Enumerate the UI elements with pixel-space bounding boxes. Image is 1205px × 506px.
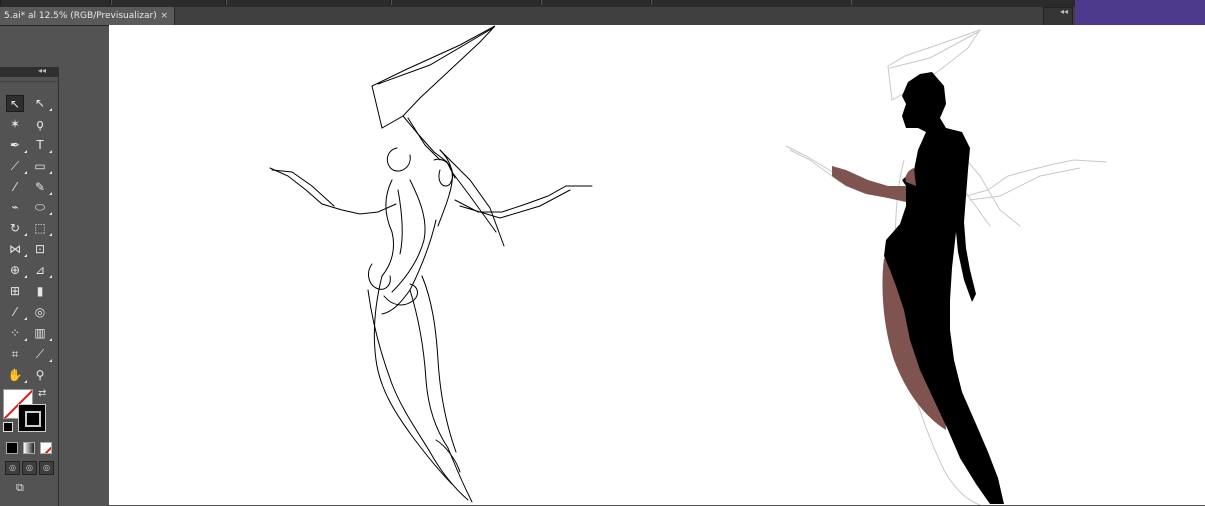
line-segment-tool[interactable]: ⟋ xyxy=(6,158,27,175)
tools-panel-grip[interactable] xyxy=(0,77,58,82)
blob-brush-tool[interactable]: ⌁ xyxy=(6,199,24,216)
none-slash-icon xyxy=(44,446,51,453)
paintbrush-tool[interactable]: ⁄ xyxy=(6,179,24,196)
stroke-color-swatch[interactable] xyxy=(18,404,46,432)
selection-tool[interactable]: ↖ xyxy=(6,95,24,112)
mesh-icon: ⊞ xyxy=(9,284,21,298)
pen-nib-icon: ✒ xyxy=(9,138,21,152)
shape-builder-icon: ⊕ xyxy=(9,263,21,277)
type-icon: T xyxy=(36,138,44,152)
hollow-arrow-icon: ↖ xyxy=(34,96,46,110)
draw-behind-button[interactable]: ◎ xyxy=(22,461,37,475)
slice-tool[interactable]: ⟋ xyxy=(31,346,52,363)
rectangle-icon: ▭ xyxy=(34,159,46,173)
magic-wand-tool[interactable]: ✶ xyxy=(6,116,24,133)
default-colors-icon[interactable] xyxy=(3,422,13,432)
direct-selection-tool[interactable]: ↖ xyxy=(31,95,52,112)
gradient-icon: ▮ xyxy=(36,284,44,298)
draw-inside-button[interactable]: ◎ xyxy=(39,461,54,475)
figure-silhouette xyxy=(832,72,1004,504)
slice-icon: ⟋ xyxy=(35,347,45,361)
tools-panel: ◂◂ ↖ ↖ ✶ ϙ ✒ T ⟋ ▭ ⁄ ✎ ⌁ ⬭ ↻ ⬚ ⋈ ⊡ ⊕ ⊿ ⊞… xyxy=(0,66,59,506)
symbol-sprayer-tool[interactable]: ⁘ xyxy=(6,325,27,342)
shape-builder-tool[interactable]: ⊕ xyxy=(6,262,27,279)
line-icon: ⟋ xyxy=(10,159,20,173)
pencil-icon: ✎ xyxy=(34,180,46,194)
eraser-icon: ⬭ xyxy=(34,200,46,214)
pencil-tool[interactable]: ✎ xyxy=(31,179,52,196)
perspective-grid-icon: ⊿ xyxy=(34,263,46,277)
collapse-panel-icon[interactable]: ◂◂ xyxy=(38,66,46,75)
swap-fill-stroke-icon[interactable]: ⇄ xyxy=(38,388,46,399)
color-mode-button[interactable] xyxy=(6,442,18,454)
rectangle-tool[interactable]: ▭ xyxy=(31,158,52,175)
tools-panel-header[interactable]: ◂◂ xyxy=(0,66,58,77)
zoom-tool[interactable]: ⚲ xyxy=(31,367,49,384)
width-icon: ⋈ xyxy=(9,242,21,256)
blend-icon: ◎ xyxy=(34,305,46,319)
rotate-tool[interactable]: ↻ xyxy=(6,220,27,237)
column-graph-tool[interactable]: ▥ xyxy=(31,325,52,342)
free-transform-icon: ⊡ xyxy=(34,242,46,256)
artwork xyxy=(269,25,1107,505)
eyedropper-icon: ⁄ xyxy=(13,305,16,319)
blob-brush-icon: ⌁ xyxy=(11,200,19,214)
pen-tool[interactable]: ✒ xyxy=(6,137,27,154)
width-tool[interactable]: ⋈ xyxy=(6,241,27,258)
draw-normal-button[interactable]: ◎ xyxy=(5,461,20,475)
none-mode-button[interactable] xyxy=(40,442,52,454)
type-tool[interactable]: T xyxy=(31,137,52,154)
arrow-icon: ↖ xyxy=(9,97,21,111)
free-transform-tool[interactable]: ⊡ xyxy=(31,241,49,258)
brush-icon: ⁄ xyxy=(13,180,16,194)
hand-tool[interactable]: ✋ xyxy=(6,367,27,384)
lasso-icon: ϙ xyxy=(36,117,44,131)
symbol-sprayer-icon: ⁘ xyxy=(9,326,21,340)
column-graph-icon: ▥ xyxy=(34,326,46,340)
eyedropper-tool[interactable]: ⁄ xyxy=(6,304,27,321)
rotate-icon: ↻ xyxy=(9,221,21,235)
magic-wand-icon: ✶ xyxy=(9,117,21,131)
mesh-tool[interactable]: ⊞ xyxy=(6,283,24,300)
artboard-tool[interactable]: ⌗ xyxy=(6,346,24,363)
hand-icon: ✋ xyxy=(7,368,23,382)
figure-sketch-left xyxy=(269,25,593,503)
screen-mode-icon[interactable]: ⧉ xyxy=(16,482,34,494)
artboard-icon: ⌗ xyxy=(11,347,19,361)
gradient-tool[interactable]: ▮ xyxy=(31,283,49,300)
silhouette-body xyxy=(884,72,1004,504)
lasso-tool[interactable]: ϙ xyxy=(31,116,49,133)
eraser-tool[interactable]: ⬭ xyxy=(31,199,52,216)
blend-tool[interactable]: ◎ xyxy=(31,304,49,321)
gradient-mode-button[interactable] xyxy=(23,442,35,454)
perspective-grid-tool[interactable]: ⊿ xyxy=(31,262,52,279)
magnifier-icon: ⚲ xyxy=(35,368,45,382)
scale-tool[interactable]: ⬚ xyxy=(31,220,52,237)
scale-icon: ⬚ xyxy=(34,221,46,235)
